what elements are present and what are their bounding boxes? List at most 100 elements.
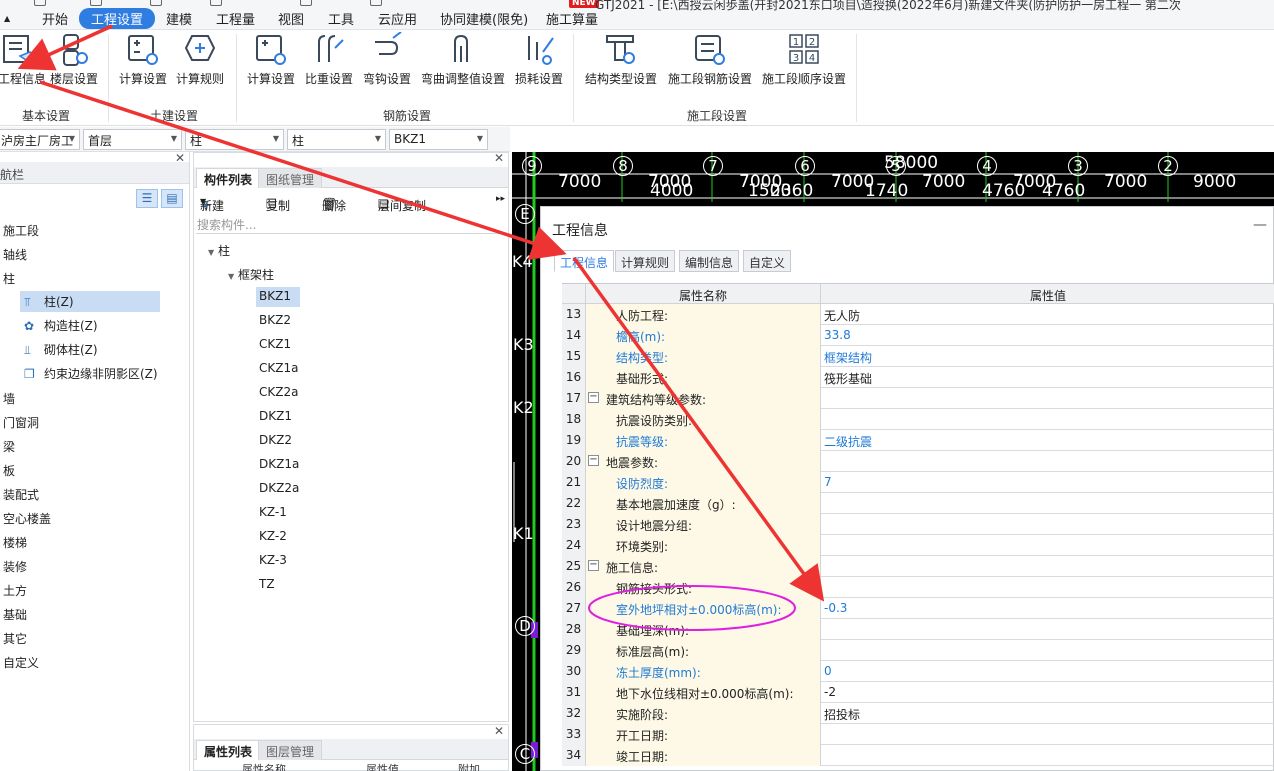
property-value[interactable]: 33.8 — [821, 325, 1274, 346]
property-row[interactable]: 19 抗震等级: 二级抗震 — [562, 430, 1274, 451]
menu-tools[interactable]: 工具 — [328, 9, 354, 28]
more-icon[interactable]: ▸▸ — [496, 194, 505, 204]
component-item[interactable]: TZ — [256, 575, 300, 595]
tab-compile-info[interactable]: 编制信息 — [679, 250, 740, 272]
property-value[interactable]: 二级抗震 — [821, 430, 1274, 451]
property-value[interactable]: -2 — [821, 682, 1274, 703]
segment-rebar-button[interactable]: 施工段钢筋设置 — [666, 32, 754, 87]
property-value[interactable] — [821, 493, 1274, 514]
bend-adjust-button[interactable]: 弯曲调整值设置 — [418, 32, 508, 87]
density-settings-button[interactable]: 比重设置 — [304, 32, 354, 87]
property-value[interactable] — [821, 745, 1274, 766]
property-value[interactable] — [821, 556, 1274, 577]
property-value[interactable] — [821, 409, 1274, 430]
component-item[interactable]: KZ-1 — [256, 503, 300, 523]
menu-view[interactable]: 视图 — [278, 9, 304, 28]
component-item[interactable]: KZ-3 — [256, 551, 300, 571]
menu-quantity[interactable]: 工程量 — [216, 9, 255, 28]
property-row[interactable]: 34 竣工日期: — [562, 745, 1274, 766]
property-row[interactable]: 14 檐高(m): 33.8 — [562, 325, 1274, 346]
property-row[interactable]: 18 抗震设防类别: — [562, 409, 1274, 430]
component-item[interactable]: DKZ1 — [256, 407, 300, 427]
floor-settings-button[interactable]: 楼层设置 — [48, 32, 100, 87]
nav-item-decoration[interactable]: 装修 — [3, 558, 27, 575]
nav-item-earthwork[interactable]: 土方 — [3, 582, 27, 599]
close-icon[interactable]: ✕ — [494, 724, 504, 738]
property-row[interactable]: 26 钢筋接头形式: — [562, 577, 1274, 598]
calc-rules-button[interactable]: 计算规则 — [174, 32, 226, 87]
component-item[interactable]: DKZ2 — [256, 431, 300, 451]
nav-item-hollow-floor[interactable]: 空心楼盖 — [3, 510, 51, 527]
property-row[interactable]: 20 地震参数: − — [562, 451, 1274, 472]
menu-collab-modeling[interactable]: 协同建模(限免) — [440, 9, 528, 28]
tab-drawing-management[interactable]: 图纸管理 — [258, 168, 323, 188]
collapse-icon[interactable]: − — [588, 455, 599, 466]
tab-calc-rules[interactable]: 计算规则 — [615, 250, 676, 272]
collapse-icon[interactable]: − — [588, 560, 599, 571]
close-icon[interactable]: ✕ — [494, 151, 504, 165]
nav-item-wall[interactable]: 墙 — [3, 390, 15, 407]
tab-project-info[interactable]: 工程信息 — [554, 250, 615, 272]
category-select[interactable]: 柱 ▼ — [185, 129, 284, 150]
property-value[interactable] — [821, 388, 1274, 409]
menu-project-settings[interactable]: 工程设置 — [79, 8, 156, 29]
menu-construction-quantity[interactable]: 施工算量 — [546, 9, 598, 28]
quick-access-dropdown-icon[interactable]: ▲ — [4, 14, 10, 23]
component-item[interactable]: BKZ1 — [256, 287, 300, 307]
property-value[interactable]: 无人防 — [821, 304, 1274, 325]
nav-item-custom[interactable]: 自定义 — [3, 654, 39, 671]
component-item[interactable]: BKZ2 — [256, 311, 300, 331]
property-value[interactable] — [821, 577, 1274, 598]
component-item[interactable]: CKZ1a — [256, 359, 300, 379]
tab-property-list[interactable]: 属性列表 — [196, 740, 261, 760]
property-row[interactable]: 16 基础形式: 筏形基础 — [562, 367, 1274, 388]
nav-sub-edge-zone[interactable]: ❐ 约束边缘非阴影区(Z) — [20, 363, 190, 384]
property-value[interactable]: 筏形基础 — [821, 367, 1274, 388]
loss-settings-button[interactable]: 损耗设置 — [513, 32, 565, 87]
nav-item-beam[interactable]: 梁 — [3, 438, 15, 455]
tab-component-list[interactable]: 构件列表 — [196, 168, 261, 188]
nav-item-axis[interactable]: 轴线 — [3, 246, 27, 263]
building-select[interactable]: 泸房主厂房工 ▼ — [0, 129, 80, 150]
minimize-icon[interactable]: — — [1253, 217, 1267, 233]
property-value[interactable] — [821, 724, 1274, 745]
property-value[interactable] — [821, 640, 1274, 661]
property-value[interactable] — [821, 619, 1274, 640]
tab-custom[interactable]: 自定义 — [743, 250, 792, 272]
nav-item-foundation[interactable]: 基础 — [3, 606, 27, 623]
nav-item-door-window[interactable]: 门窗洞 — [3, 414, 39, 431]
menu-modeling[interactable]: 建模 — [166, 9, 192, 28]
property-row[interactable]: 25 施工信息: − — [562, 556, 1274, 577]
list-view-icon[interactable]: ☰ — [136, 189, 158, 208]
property-row[interactable]: 30 冻土厚度(mm): 0 — [562, 661, 1274, 682]
nav-item-other[interactable]: 其它 — [3, 630, 27, 647]
rebar-calc-settings-button[interactable]: 计算设置 — [246, 32, 296, 87]
property-row[interactable]: 28 基础埋深(m): — [562, 619, 1274, 640]
quick-access-toolbar[interactable] — [0, 0, 420, 7]
property-row[interactable]: 33 开工日期: — [562, 724, 1274, 745]
menu-home[interactable]: 开始 — [42, 9, 68, 28]
property-row[interactable]: 13 人防工程: 无人防 — [562, 304, 1274, 325]
property-value[interactable]: 7 — [821, 472, 1274, 493]
detail-view-icon[interactable]: ▤ — [161, 189, 183, 208]
component-item[interactable]: DKZ1a — [256, 455, 300, 475]
property-row[interactable]: 31 地下水位线相对±0.000标高(m): -2 — [562, 682, 1274, 703]
property-value[interactable] — [821, 451, 1274, 472]
nav-item-prefab[interactable]: 装配式 — [3, 486, 39, 503]
project-info-button[interactable]: 工程信息 — [0, 32, 46, 87]
property-value[interactable]: 招投标 — [821, 703, 1274, 724]
property-row[interactable]: 15 结构类型: 框架结构 — [562, 346, 1274, 367]
menu-cloud[interactable]: 云应用 — [378, 9, 417, 28]
property-row[interactable]: 21 设防烈度: 7 — [562, 472, 1274, 493]
property-row[interactable]: 23 设计地震分组: — [562, 514, 1274, 535]
component-select[interactable]: BKZ1 ▼ — [389, 129, 488, 150]
component-item[interactable]: CKZ2a — [256, 383, 300, 403]
property-value[interactable] — [821, 535, 1274, 556]
hook-settings-button[interactable]: 弯钩设置 — [362, 32, 412, 87]
property-value[interactable] — [821, 514, 1274, 535]
segment-order-button[interactable]: 1234 施工段顺序设置 — [760, 32, 848, 87]
property-value[interactable]: 0 — [821, 661, 1274, 682]
property-value[interactable]: 框架结构 — [821, 346, 1274, 367]
tab-layer-management[interactable]: 图层管理 — [258, 740, 323, 760]
component-item[interactable]: DKZ2a — [256, 479, 300, 499]
